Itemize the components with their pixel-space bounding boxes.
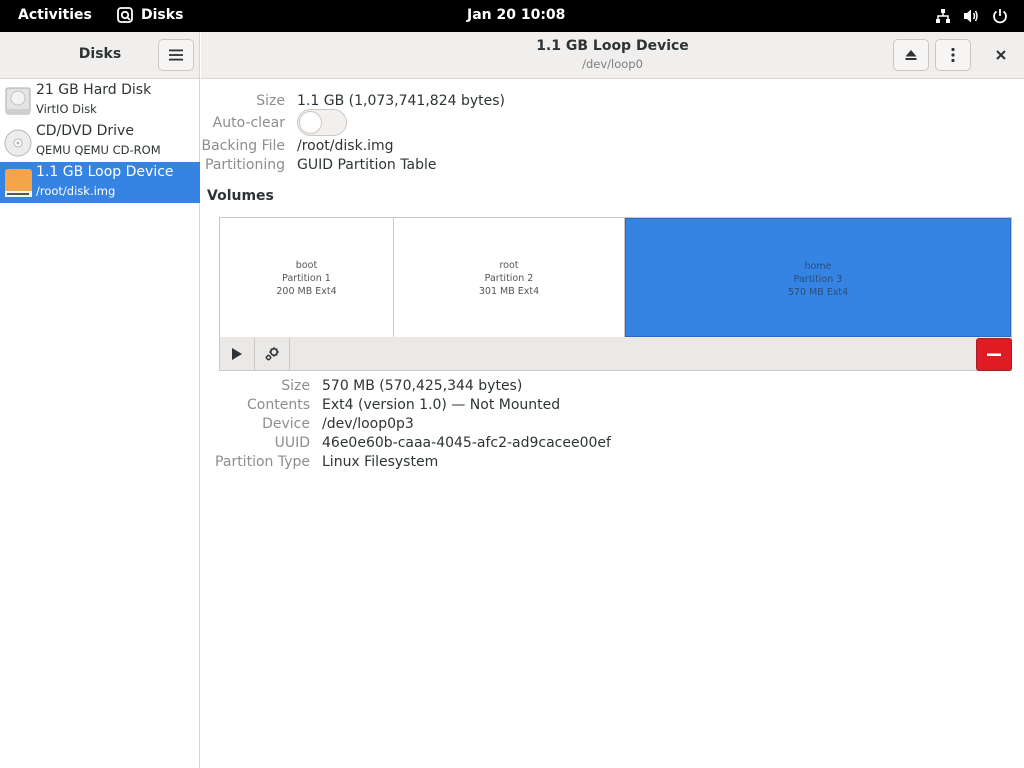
network-icon [936,9,950,23]
device-subtitle: VirtIO Disk [36,102,97,116]
backing-file-value: /root/disk.img [297,138,394,154]
device-subtitle: /root/disk.img [36,184,116,198]
power-icon [993,9,1007,24]
close-icon [996,50,1006,60]
header-bar: 1.1 GB Loop Device /dev/loop0 [201,32,1024,79]
device-name: 21 GB Hard Disk [36,82,152,98]
gears-icon [265,347,279,361]
app-menu[interactable]: Disks [117,7,183,23]
partitioning-label: Partitioning [205,157,285,173]
device-label: Device [262,416,310,432]
sidebar: Disks 21 GB Hard Disk VirtIO Disk CD/DVD… [0,32,200,768]
uuid-value: 46e0e60b-caaa-4045-afc2-ad9cacee00ef [322,435,611,451]
device-item-hard-disk[interactable]: 21 GB Hard Disk VirtIO Disk [0,80,200,121]
partition-name: boot [295,260,318,271]
autoclear-label: Auto-clear [212,115,285,131]
partition-number: Partition 2 [484,273,534,284]
partition-name: root [499,260,519,271]
disk-menu-button[interactable] [935,39,971,71]
partition-boot[interactable]: boot Partition 1 200 MB Ext4 [220,218,394,337]
disk-size-label: Size [256,93,285,109]
partition-detail: 301 MB Ext4 [478,286,540,297]
partitioning-value: GUID Partition Table [297,157,437,173]
minus-icon [987,353,1001,356]
switch-knob [299,111,322,134]
delete-partition-button[interactable] [976,338,1012,371]
contents-value: Ext4 (version 1.0) — Not Mounted [322,397,561,413]
partition-type-label: Partition Type [215,454,310,470]
device-name: 1.1 GB Loop Device [36,164,174,180]
eject-button[interactable] [893,39,929,71]
loop-device-icon [5,169,32,197]
hamburger-icon [169,49,183,61]
mount-button[interactable] [220,338,255,370]
disk-details: Size 1.1 GB (1,073,741,824 bytes) Auto-c… [201,80,1024,768]
vertical-dots-icon [951,47,955,63]
uuid-label: UUID [274,435,310,451]
partition-number: Partition 3 [793,274,843,285]
volume-icon [964,9,978,23]
partition-home[interactable]: home Partition 3 570 MB Ext4 [625,218,1011,337]
optical-drive-icon [4,129,32,157]
partition-options-button[interactable] [255,338,290,370]
device-subtitle: QEMU QEMU CD-ROM [36,143,161,157]
volumes-heading: Volumes [207,188,274,204]
volume-map: boot Partition 1 200 MB Ext4 root Partit… [219,217,1012,371]
clock[interactable]: Jan 20 10:08 [467,7,565,23]
device-name: CD/DVD Drive [36,123,134,139]
partition-detail: 200 MB Ext4 [276,286,337,297]
activities-button[interactable]: Activities [18,7,92,23]
partition-name: home [804,261,832,272]
partition-type-value: Linux Filesystem [322,454,439,470]
partition-size-label: Size [281,378,310,394]
eject-icon [905,50,917,60]
device-item-cd-dvd-drive[interactable]: CD/DVD Drive QEMU QEMU CD-ROM [0,121,200,162]
hard-disk-icon [5,87,31,115]
main-menu-button[interactable] [158,39,194,71]
top-bar: Activities Disks Jan 20 10:08 [0,0,1024,32]
disks-app-icon [117,7,133,23]
device-item-loop-device[interactable]: 1.1 GB Loop Device /root/disk.img [0,162,200,203]
app-name: Disks [141,7,184,23]
partition-detail: 570 MB Ext4 [787,287,849,298]
partition-root[interactable]: root Partition 2 301 MB Ext4 [394,218,625,337]
close-button[interactable] [991,45,1011,65]
disk-size-value: 1.1 GB (1,073,741,824 bytes) [297,93,505,109]
autoclear-switch[interactable] [297,109,347,136]
partition-size-value: 570 MB (570,425,344 bytes) [322,378,523,394]
contents-label: Contents [247,397,310,413]
system-tray[interactable] [935,8,1008,24]
sidebar-header: Disks [0,32,199,79]
play-icon [232,348,242,360]
device-value: /dev/loop0p3 [322,416,414,432]
backing-file-label: Backing File [201,138,285,154]
partition-number: Partition 1 [282,273,331,284]
